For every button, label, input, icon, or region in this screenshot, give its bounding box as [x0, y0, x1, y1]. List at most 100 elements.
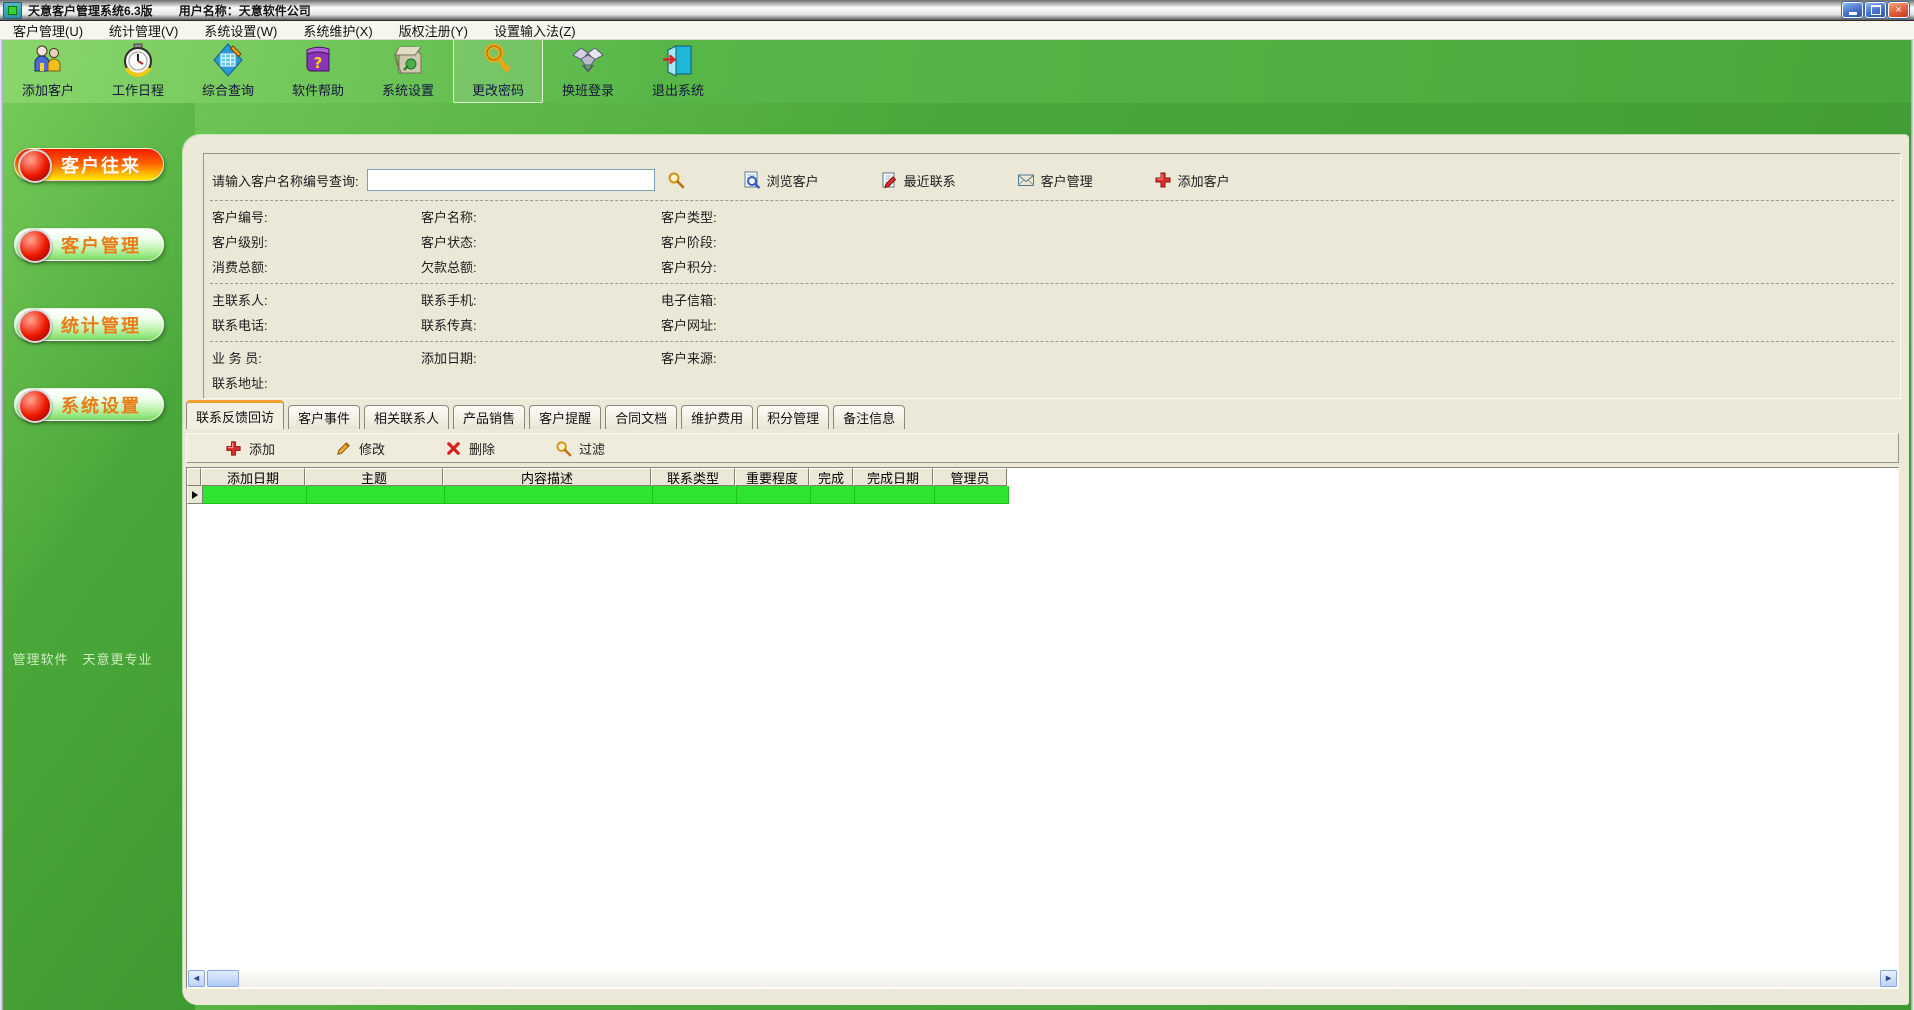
system-settings-icon — [391, 43, 425, 77]
red-sphere-icon — [18, 229, 52, 263]
filter-record-icon — [555, 440, 572, 457]
toolbar-add-customer[interactable]: 添加客户 — [3, 39, 93, 103]
search-input[interactable] — [367, 169, 655, 191]
delete-record-button[interactable]: 删除 — [439, 438, 501, 459]
field-customer-id-label: 客户编号: — [212, 207, 421, 226]
field-customer-type-label: 客户类型: — [661, 207, 1900, 226]
field-customer-source-label: 客户来源: — [661, 348, 1900, 367]
main-toolbar: 添加客户 工作日程 综合查询 ? 软件帮助 系统设置 更改密码 换班登录 — [0, 39, 1914, 103]
recent-contact-icon — [880, 171, 898, 189]
grid-cell — [203, 486, 307, 504]
field-arrears-total-label: 欠款总额: — [421, 257, 661, 276]
menu-statistics-management[interactable]: 统计管理(V) — [96, 21, 191, 39]
button-label: 修改 — [359, 439, 385, 458]
software-help-icon: ? — [301, 43, 335, 77]
field-phone-label: 联系电话: — [212, 315, 421, 334]
column-header-done[interactable]: 完成 — [809, 468, 853, 486]
toolbar-label: 软件帮助 — [292, 80, 344, 99]
tab-points-management[interactable]: 积分管理 — [757, 405, 829, 429]
sidebar-item-label: 系统设置 — [61, 392, 141, 418]
tab-contact-feedback[interactable]: 联系反馈回访 — [186, 400, 284, 429]
menu-input-method[interactable]: 设置输入法(Z) — [481, 21, 589, 39]
records-grid: 添加日期 主题 内容描述 联系类型 重要程度 完成 完成日期 管理员 ◂ ▸ — [186, 467, 1899, 989]
record-action-bar: 添加 修改 删除 过滤 — [186, 433, 1899, 463]
button-label: 浏览客户 — [767, 171, 819, 190]
button-label: 最近联系 — [904, 171, 956, 190]
menu-customer-management[interactable]: 客户管理(U) — [0, 21, 96, 39]
tab-remarks[interactable]: 备注信息 — [833, 405, 905, 429]
grid-cell — [935, 486, 1009, 504]
add-record-button[interactable]: 添加 — [219, 438, 281, 459]
menu-system-settings[interactable]: 系统设置(W) — [191, 21, 290, 39]
tab-maintenance-fees[interactable]: 维护费用 — [681, 405, 753, 429]
edit-record-icon — [335, 440, 352, 457]
edit-record-button[interactable]: 修改 — [329, 438, 391, 459]
menu-copyright-register[interactable]: 版权注册(Y) — [386, 21, 481, 39]
toolbar-system-settings[interactable]: 系统设置 — [363, 39, 453, 103]
tab-product-sales[interactable]: 产品销售 — [453, 405, 525, 429]
search-row: 请输入客户名称编号查询: 浏览客户 最近联系 — [204, 154, 1900, 200]
sidebar-item-system-settings[interactable]: 系统设置 — [14, 388, 164, 421]
add-customer-button[interactable]: 添加客户 — [1151, 169, 1233, 192]
combined-query-icon — [211, 43, 245, 77]
minimize-button[interactable] — [1842, 2, 1863, 18]
toolbar-work-schedule[interactable]: 工作日程 — [93, 39, 183, 103]
row-indicator-icon — [192, 491, 198, 499]
work-schedule-icon — [121, 43, 155, 77]
toolbar-label: 综合查询 — [202, 80, 254, 99]
menu-system-maintenance[interactable]: 系统维护(X) — [290, 21, 385, 39]
recent-contact-button[interactable]: 最近联系 — [877, 169, 959, 192]
filter-record-button[interactable]: 过滤 — [549, 438, 611, 459]
column-header-subject[interactable]: 主题 — [305, 468, 443, 486]
customer-info-box: 请输入客户名称编号查询: 浏览客户 最近联系 — [203, 153, 1901, 399]
maximize-button[interactable] — [1865, 2, 1886, 18]
close-button[interactable]: × — [1888, 2, 1909, 18]
toolbar-software-help[interactable]: ? 软件帮助 — [273, 39, 363, 103]
scrollbar-thumb[interactable] — [207, 970, 239, 987]
grid-cell — [737, 486, 811, 504]
toolbar-label: 退出系统 — [652, 80, 704, 99]
toolbar-change-password[interactable]: 更改密码 — [453, 39, 543, 103]
column-header-importance[interactable]: 重要程度 — [735, 468, 809, 486]
field-email-label: 电子信箱: — [661, 290, 1900, 309]
tab-contract-documents[interactable]: 合同文档 — [605, 405, 677, 429]
browse-customer-button[interactable]: 浏览客户 — [740, 169, 822, 192]
field-add-date-label: 添加日期: — [421, 348, 661, 367]
sidebar-item-statistics-management[interactable]: 统计管理 — [14, 308, 164, 341]
window-controls: × — [1842, 2, 1909, 18]
horizontal-scrollbar[interactable]: ◂ ▸ — [188, 970, 1897, 987]
field-row: 主联系人: 联系手机: 电子信箱: — [204, 287, 1900, 312]
toolbar-exit-system[interactable]: 退出系统 — [633, 39, 723, 103]
column-header-admin[interactable]: 管理员 — [933, 468, 1007, 486]
sidebar-item-customer-contacts[interactable]: 客户往来 — [14, 148, 164, 181]
column-header-description[interactable]: 内容描述 — [443, 468, 651, 486]
column-header-contact-type[interactable]: 联系类型 — [651, 468, 735, 486]
button-label: 客户管理 — [1041, 171, 1093, 190]
field-main-contact-label: 主联系人: — [212, 290, 421, 309]
scroll-left-button[interactable]: ◂ — [188, 970, 205, 987]
search-magnifier-button[interactable] — [667, 171, 685, 189]
column-header-add-date[interactable]: 添加日期 — [201, 468, 305, 486]
grid-cell — [445, 486, 653, 504]
field-salesman-label: 业 务 员: — [212, 348, 421, 367]
toolbar-shift-login[interactable]: 换班登录 — [543, 39, 633, 103]
tab-customer-events[interactable]: 客户事件 — [288, 405, 360, 429]
tab-related-contacts[interactable]: 相关联系人 — [364, 405, 449, 429]
window-title: 天意客户管理系统6.3版 — [28, 2, 153, 19]
toolbar-combined-query[interactable]: 综合查询 — [183, 39, 273, 103]
add-record-icon — [225, 440, 242, 457]
customer-manage-button[interactable]: 客户管理 — [1014, 169, 1096, 192]
grid-cell — [811, 486, 855, 504]
toolbar-label: 更改密码 — [472, 80, 524, 99]
toolbar-label: 换班登录 — [562, 80, 614, 99]
sidebar-item-customer-management[interactable]: 客户管理 — [14, 228, 164, 261]
grid-cell — [653, 486, 737, 504]
field-website-label: 客户网址: — [661, 315, 1900, 334]
selected-empty-row[interactable] — [187, 486, 1898, 504]
fields-block-misc: 业 务 员: 添加日期: 客户来源: 联系地址: — [204, 342, 1900, 399]
tab-customer-reminders[interactable]: 客户提醒 — [529, 405, 601, 429]
column-header-done-date[interactable]: 完成日期 — [853, 468, 933, 486]
scroll-right-button[interactable]: ▸ — [1880, 970, 1897, 987]
search-label: 请输入客户名称编号查询: — [212, 171, 359, 190]
sidebar-item-label: 客户管理 — [61, 232, 141, 258]
